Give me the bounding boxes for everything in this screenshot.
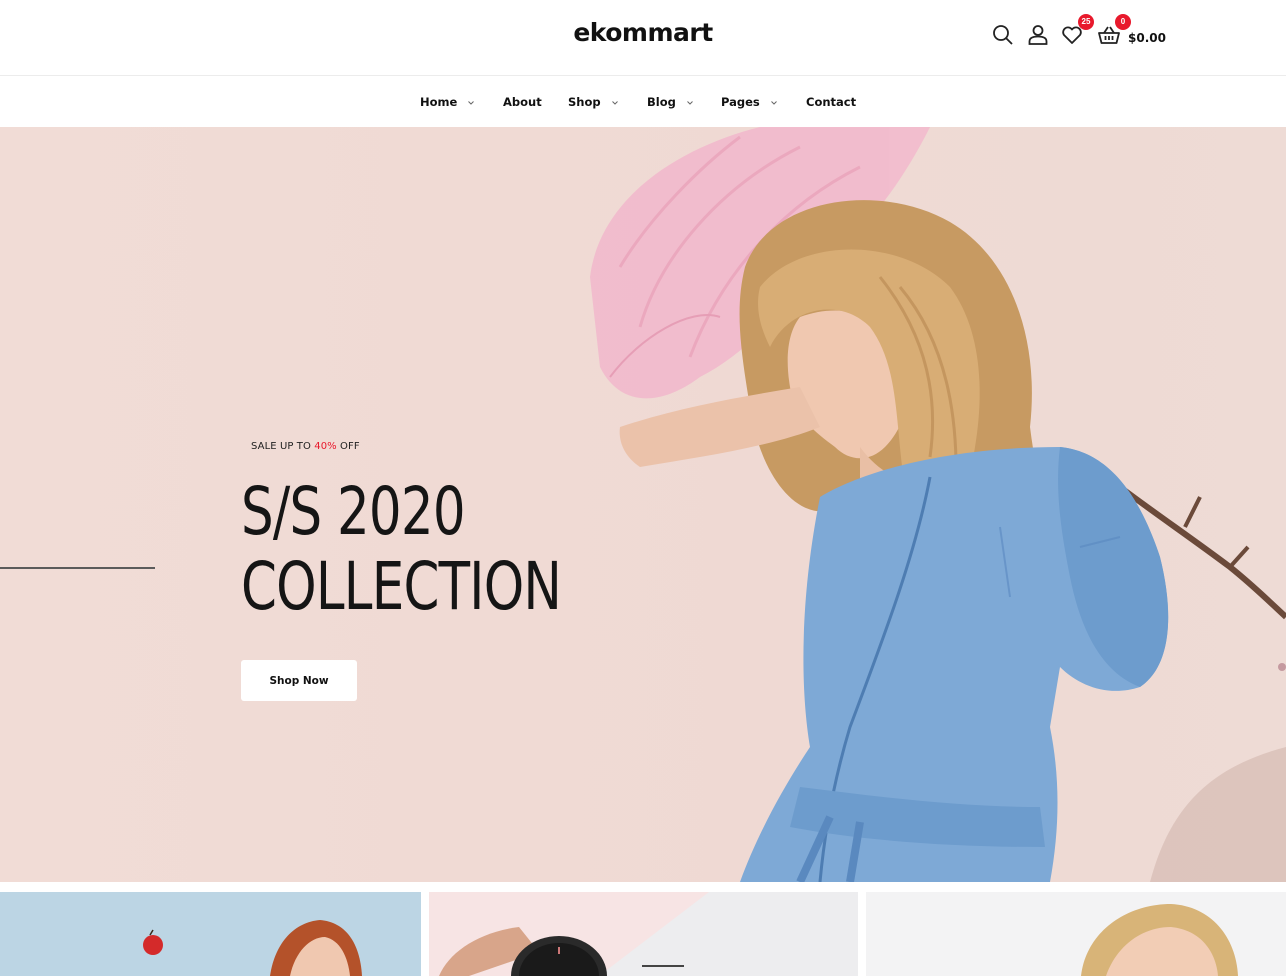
sale-prefix: SALE UP TO (251, 441, 315, 452)
nav-item-pages[interactable]: Pages (721, 95, 760, 109)
main-nav: Home About Shop Blog Pages Contact (0, 77, 1286, 127)
nav-item-contact[interactable]: Contact (806, 95, 856, 109)
promo-image-3 (866, 892, 1286, 976)
user-icon[interactable] (1025, 22, 1051, 48)
nav-item-about[interactable]: About (503, 95, 542, 109)
hero-divider-line (0, 567, 155, 569)
hero-title-line2: COLLECTION (241, 548, 562, 625)
wishlist-button[interactable]: 25 (1059, 14, 1094, 48)
promo-image-1 (0, 892, 421, 976)
shop-now-button[interactable]: Shop Now (241, 660, 357, 701)
hero-title-line1: S/S 2020 (241, 473, 466, 550)
nav-item-home[interactable]: Home (420, 95, 457, 109)
search-icon[interactable] (990, 22, 1016, 48)
sale-percent: 40% (314, 441, 337, 452)
sale-suffix: OFF (336, 441, 360, 452)
nav-item-blog[interactable]: Blog (647, 95, 676, 109)
wishlist-count-badge: 25 (1078, 14, 1094, 30)
hero-banner: SALE UP TO 40% OFF S/S 2020 COLLECTION S… (0, 127, 1286, 882)
chevron-down-icon (687, 101, 693, 105)
cart-count-badge: 0 (1115, 14, 1131, 30)
chevron-down-icon (468, 101, 474, 105)
chevron-down-icon (771, 101, 777, 105)
sale-tagline: SALE UP TO 40% OFF (251, 441, 360, 452)
cart-button[interactable]: 0 (1096, 14, 1131, 48)
nav-item-shop[interactable]: Shop (568, 95, 601, 109)
promo-tile-1[interactable] (0, 892, 421, 976)
promo-tile-2[interactable] (429, 892, 858, 976)
site-header: ekommart 25 0 $0.00 (0, 0, 1286, 76)
hero-image (590, 127, 1286, 882)
chevron-down-icon (612, 101, 618, 105)
promo-tile-3[interactable] (866, 892, 1286, 976)
cart-total[interactable]: $0.00 (1128, 31, 1166, 45)
promo-image-2 (429, 892, 858, 976)
